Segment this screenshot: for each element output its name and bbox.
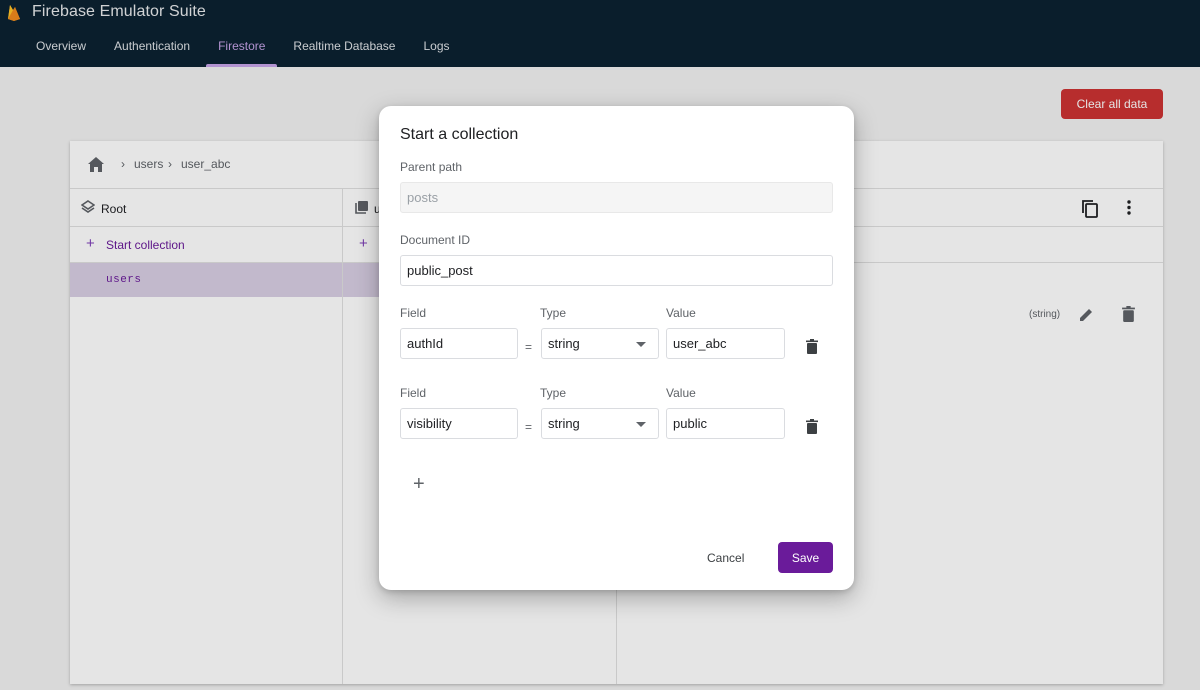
value-label: Value xyxy=(666,306,696,320)
parent-path-input: posts xyxy=(400,182,833,213)
equals-sign: = xyxy=(525,340,533,354)
value-input[interactable]: public xyxy=(666,408,785,439)
cancel-button[interactable]: Cancel xyxy=(707,542,744,573)
add-field-icon[interactable]: + xyxy=(413,474,425,494)
type-label: Type xyxy=(540,386,567,400)
value-label: Value xyxy=(666,386,696,400)
dialog-title: Start a collection xyxy=(400,126,519,143)
parent-path-label: Parent path xyxy=(400,160,463,174)
equals-sign: = xyxy=(525,420,533,434)
type-select[interactable]: string xyxy=(541,328,659,359)
document-id-label: Document ID xyxy=(400,233,471,247)
type-select-value: string xyxy=(548,336,580,351)
save-button[interactable]: Save xyxy=(778,542,833,573)
type-select-value: string xyxy=(548,416,580,431)
field-name-input[interactable]: visibility xyxy=(400,408,518,439)
field-label: Field xyxy=(400,306,427,320)
arrow-drop-down-icon xyxy=(636,342,646,347)
document-id-input[interactable]: public_post xyxy=(400,255,833,286)
field-label: Field xyxy=(400,386,427,400)
arrow-drop-down-icon xyxy=(636,422,646,427)
delete-icon[interactable] xyxy=(806,419,818,434)
delete-icon[interactable] xyxy=(806,339,818,354)
type-select[interactable]: string xyxy=(541,408,659,439)
value-input[interactable]: user_abc xyxy=(666,328,785,359)
type-label: Type xyxy=(540,306,567,320)
start-collection-dialog: Start a collection Parent path posts Doc… xyxy=(379,106,854,590)
field-name-input[interactable]: authId xyxy=(400,328,518,359)
